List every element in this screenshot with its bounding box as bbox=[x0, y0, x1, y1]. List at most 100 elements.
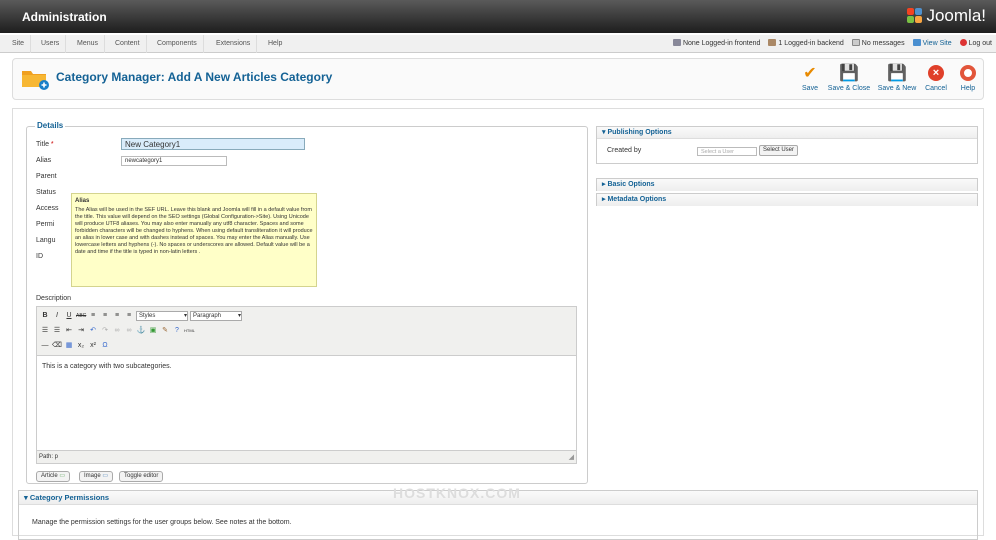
alias-input[interactable]: newcategory1 bbox=[121, 156, 227, 166]
strikethrough-icon[interactable]: ABC bbox=[76, 311, 86, 321]
align-left-icon[interactable]: ≡ bbox=[88, 311, 98, 321]
undo-icon[interactable]: ↶ bbox=[88, 326, 98, 336]
permissions-label: Permi bbox=[36, 221, 55, 228]
view-site-link[interactable]: View Site bbox=[912, 35, 952, 53]
select-user-button[interactable]: Select User bbox=[759, 145, 799, 156]
cancel-icon: × bbox=[927, 64, 945, 82]
visual-aid-icon[interactable]: ▦ bbox=[64, 341, 74, 351]
anchor-icon[interactable]: ⚓ bbox=[136, 326, 146, 336]
save-close-icon: 💾 bbox=[839, 65, 859, 82]
editor-toolbar-row-2: ☰ ☰ ⇤ ⇥ ↶ ↷ ∞ ∞ ⚓ ▣ ✎ ? HTML bbox=[40, 325, 195, 337]
editor-toolbar-row-3: — ⌫ ▦ x₂ x² Ω bbox=[40, 340, 110, 352]
align-right-icon[interactable]: ≡ bbox=[112, 311, 122, 321]
created-by-label: Created by bbox=[607, 147, 642, 154]
numbered-list-icon[interactable]: ☰ bbox=[52, 326, 62, 336]
hostknox-watermark: HOSTKNOX.COM bbox=[393, 485, 521, 501]
save-new-button[interactable]: 💾 Save & New bbox=[877, 64, 917, 92]
page-title: Category Manager: Add A New Articles Cat… bbox=[56, 70, 333, 84]
metadata-options-panel: ▸ Metadata Options bbox=[596, 193, 978, 206]
status-bar: None Logged-in frontend 1 Logged-in back… bbox=[672, 35, 992, 53]
bold-icon[interactable]: B bbox=[40, 311, 50, 321]
cancel-button[interactable]: × Cancel bbox=[923, 64, 949, 92]
save-new-icon: 💾 bbox=[887, 65, 907, 82]
menu-item-components[interactable]: Components bbox=[151, 35, 204, 53]
cleanup-icon[interactable]: ✎ bbox=[160, 326, 170, 336]
joomla-logo[interactable]: Joomla! bbox=[907, 6, 986, 26]
superscript-icon[interactable]: x² bbox=[88, 341, 98, 351]
horizontal-rule-icon[interactable]: — bbox=[40, 341, 50, 351]
editor-path: Path: p bbox=[39, 454, 59, 460]
save-close-button[interactable]: 💾 Save & Close bbox=[827, 64, 871, 92]
triangle-right-icon: ▸ bbox=[602, 181, 606, 188]
remove-format-icon[interactable]: ⌫ bbox=[52, 341, 62, 351]
select-user-input[interactable]: Select a User bbox=[697, 147, 757, 156]
power-icon bbox=[959, 39, 967, 46]
align-center-icon[interactable]: ≡ bbox=[100, 311, 110, 321]
save-button[interactable]: ✔ Save bbox=[799, 64, 821, 92]
menu-item-menus[interactable]: Menus bbox=[71, 35, 106, 53]
menu-item-users[interactable]: Users bbox=[35, 35, 67, 53]
messages-status[interactable]: No messages bbox=[851, 35, 905, 53]
admin-title: Administration bbox=[22, 10, 107, 24]
access-label: Access bbox=[36, 205, 59, 212]
logout-link[interactable]: Log out bbox=[959, 35, 992, 53]
title-label: Title * bbox=[36, 141, 54, 148]
admin-header: Administration Joomla! bbox=[0, 0, 996, 33]
bullet-list-icon[interactable]: ☰ bbox=[40, 326, 50, 336]
align-justify-icon[interactable]: ≡ bbox=[124, 311, 134, 321]
resize-handle-icon[interactable]: ◢ bbox=[569, 453, 574, 461]
admin-menu-bar: Site Users Menus Content Components Exte… bbox=[0, 35, 996, 53]
help-lifebuoy-icon bbox=[959, 64, 977, 82]
toggle-editor-button[interactable]: Toggle editor bbox=[119, 471, 164, 482]
article-button[interactable]: Article ▭ bbox=[36, 471, 71, 482]
triangle-down-icon: ▾ bbox=[24, 493, 28, 502]
user-icon bbox=[768, 39, 777, 46]
backend-status: 1 Logged-in backend bbox=[768, 35, 844, 53]
main-content: Details Title * New Category1 Alias newc… bbox=[12, 108, 984, 540]
alias-tooltip: Alias The Alias will be used in the SEF … bbox=[71, 193, 317, 287]
tooltip-heading: Alias bbox=[75, 198, 90, 204]
underline-icon[interactable]: U bbox=[64, 311, 74, 321]
publishing-options-panel: ▾ Publishing Options Created by Select a… bbox=[596, 126, 978, 164]
menu-item-site[interactable]: Site bbox=[6, 35, 32, 53]
unlink-icon[interactable]: ∞ bbox=[124, 326, 134, 336]
menu-item-extensions[interactable]: Extensions bbox=[210, 35, 258, 53]
image-button[interactable]: Image ▭ bbox=[79, 471, 114, 482]
details-fieldset: Details Title * New Category1 Alias newc… bbox=[26, 121, 588, 484]
help-button[interactable]: Help bbox=[958, 64, 978, 92]
permissions-description: Manage the permission settings for the u… bbox=[32, 519, 292, 526]
basic-options-header[interactable]: ▸ Basic Options bbox=[597, 179, 977, 191]
special-char-icon[interactable]: Ω bbox=[100, 341, 110, 351]
metadata-options-header[interactable]: ▸ Metadata Options bbox=[597, 194, 977, 206]
language-label: Langu bbox=[36, 237, 56, 244]
details-legend: Details bbox=[35, 121, 66, 130]
mail-icon bbox=[851, 39, 860, 46]
category-folder-icon bbox=[22, 71, 49, 90]
outdent-icon[interactable]: ⇤ bbox=[64, 326, 74, 336]
publishing-options-header[interactable]: ▾ Publishing Options bbox=[597, 127, 977, 139]
menu-item-help[interactable]: Help bbox=[262, 35, 288, 53]
editor-toolbar-row-1: B I U ABC ≡ ≡ ≡ ≡ Styles ▾ Paragraph ▾ bbox=[40, 310, 242, 322]
id-label: ID bbox=[36, 253, 43, 260]
indent-icon[interactable]: ⇥ bbox=[76, 326, 86, 336]
subscript-icon[interactable]: x₂ bbox=[76, 341, 86, 351]
insert-image-icon[interactable]: ▣ bbox=[148, 326, 158, 336]
parent-label: Parent bbox=[36, 173, 57, 180]
frontend-status: None Logged-in frontend bbox=[672, 35, 760, 53]
article-icon: ▭ bbox=[59, 473, 66, 479]
title-input[interactable]: New Category1 bbox=[121, 138, 305, 150]
help-icon[interactable]: ? bbox=[172, 326, 182, 336]
link-icon[interactable]: ∞ bbox=[112, 326, 122, 336]
joomla-logo-text: Joomla! bbox=[926, 6, 986, 25]
styles-select[interactable]: Styles ▾ bbox=[136, 311, 188, 321]
redo-icon[interactable]: ↷ bbox=[100, 326, 110, 336]
italic-icon[interactable]: I bbox=[52, 311, 62, 321]
html-icon[interactable]: HTML bbox=[184, 326, 195, 336]
alias-label: Alias bbox=[36, 157, 52, 164]
editor-content-area[interactable]: This is a category with two subcategorie… bbox=[37, 355, 576, 451]
checkmark-icon: ✔ bbox=[803, 65, 817, 82]
basic-options-panel: ▸ Basic Options bbox=[596, 178, 978, 191]
menu-item-content[interactable]: Content bbox=[109, 35, 147, 53]
tooltip-body: The Alias will be used in the SEF URL. L… bbox=[75, 207, 313, 255]
format-select[interactable]: Paragraph ▾ bbox=[190, 311, 242, 321]
